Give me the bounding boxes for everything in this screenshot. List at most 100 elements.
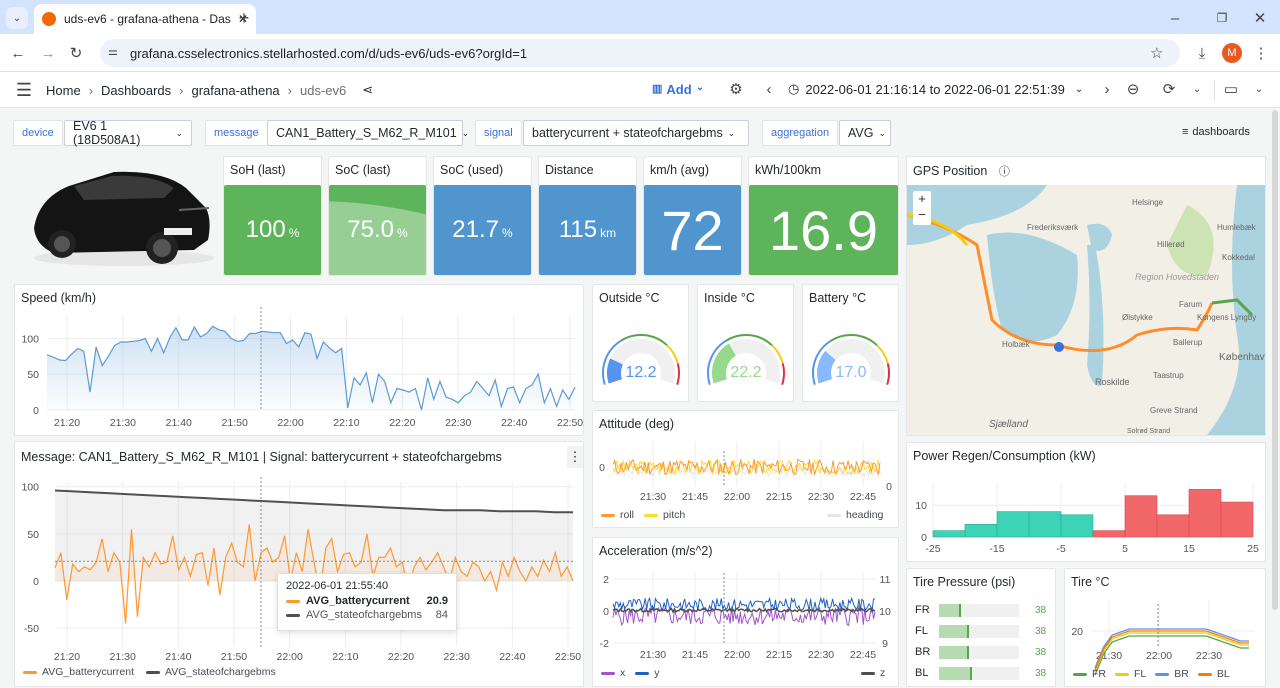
svg-text:Solrød Strand: Solrød Strand [1127,428,1170,435]
breadcrumb-folder[interactable]: grafana-athena [191,83,279,98]
settings-gear-icon[interactable]: ⚙ [727,80,745,98]
tooltip-series-name: AVG_batterycurrent [306,595,410,607]
legend-item-fl[interactable]: FL [1115,668,1146,680]
tooltip-value: 84 [435,609,448,621]
add-button[interactable]: ▥ Add ⌄ [652,82,704,97]
stat-panel: SoH (last) 100% [223,156,322,276]
variable-label-device: device [13,120,63,146]
new-tab-icon[interactable]: + [234,8,254,28]
stat-value-box: 21.7% [434,185,531,275]
x-tick-label: 21:30 [640,491,666,503]
dashboards-link[interactable]: ≡ dashboards [1182,126,1250,138]
message-select[interactable]: CAN1_Battery_S_M62_R_M101 ⌄ [267,120,469,146]
tire-label: FL [915,625,928,637]
divider [1214,80,1215,100]
browser-tab-bar: ⌄ uds-ev6 - grafana-athena - Das ✕ + – ❐… [0,0,1280,34]
reload-icon[interactable]: ↻ [66,43,86,63]
legend-item-fr[interactable]: FR [1073,668,1106,680]
restore-icon[interactable]: ❐ [1212,8,1232,28]
gauge-threshold-band [886,363,890,386]
y-right-tick-label: 9 [882,638,888,650]
breadcrumb-home[interactable]: Home [46,83,81,98]
refresh-icon[interactable]: ⟳ [1160,80,1178,98]
download-icon[interactable]: ⤓ [1192,43,1212,63]
legend-item-z[interactable]: z [861,667,885,679]
stat-title: SoH (last) [230,163,286,177]
x-tick-label: 22:10 [332,651,358,663]
back-icon[interactable]: ← [8,43,28,63]
list-icon: ≡ [1182,126,1189,138]
legend-item-x[interactable]: x [601,667,625,679]
tire-pressure-row: BR 38 [915,645,1055,659]
signal-select[interactable]: batterycurrent + stateofchargebms ⌄ [523,120,749,146]
y-tick-label: 0 [599,462,605,474]
tab-list-icon[interactable]: ⌄ [6,7,28,29]
time-forward-icon[interactable]: › [1100,80,1114,98]
svg-text:Ballerup: Ballerup [1173,338,1203,347]
zoom-out-time-icon[interactable]: ⊖ [1124,80,1142,98]
profile-avatar[interactable]: M [1222,43,1242,63]
x-tick-label: 22:50 [555,651,581,663]
forward-icon[interactable]: → [38,43,58,63]
gauge-dial: 17.0 [812,334,890,386]
legend-item-y[interactable]: y [635,667,660,679]
view-chevron-icon[interactable]: ⌄ [1252,80,1266,98]
gps-map[interactable]: Frederiksværk Helsinge Hillerød Humlebæk… [907,185,1265,435]
x-tick-label: 22:40 [499,651,525,663]
legend-item-roll[interactable]: roll [601,509,634,521]
hamburger-menu-icon[interactable]: ☰ [14,80,34,100]
menu-kebab-icon[interactable]: ⋮ [1254,43,1269,63]
legend-item-br[interactable]: BR [1155,668,1189,680]
tire-temp-panel: Tire °C 20 21:30 22:00 22:30 FR FL BR BL [1064,568,1266,687]
tire-pressure-title: Tire Pressure (psi) [913,575,1016,589]
breadcrumb-dashboards[interactable]: Dashboards [101,83,171,98]
aggregation-select[interactable]: AVG ⌄ [839,120,891,146]
time-range-picker[interactable]: ◷ 2022-06-01 21:16:14 to 2022-06-01 22:5… [788,81,1083,97]
browser-tab[interactable]: uds-ev6 - grafana-athena - Das ✕ [34,4,256,34]
x-tick-label: 22:15 [766,491,792,503]
breadcrumb-current: uds-ev6 [300,82,347,98]
share-icon[interactable]: ⋖ [362,82,373,98]
legend-item-pitch[interactable]: pitch [644,509,685,521]
stat-value: 115 km [558,216,617,243]
time-back-icon[interactable]: ‹ [762,80,776,98]
x-tick-label: 21:45 [682,649,708,661]
y-right-tick-label: 11 [880,574,891,586]
x-tick-label: 21:20 [54,651,80,663]
y-tick-label: -2 [600,638,609,650]
map-zoom-in-button[interactable]: + [913,191,931,207]
grafana-favicon-icon [42,12,56,26]
page-scrollbar[interactable] [1272,110,1278,610]
minimize-icon[interactable]: – [1165,8,1185,28]
url-text: grafana.csselectronics.stellarhosted.com… [130,45,528,61]
power-histogram[interactable]: 010-25 -15 -5 5 15 25 [907,443,1267,563]
speed-chart[interactable]: 0 50 100 21:20 21:30 21:40 21:50 22:00 22:10 22:2… [15,285,585,437]
gauge-dial: 12.2 [602,334,680,386]
site-info-icon[interactable]: ⚌ [108,45,118,58]
acceleration-chart[interactable]: -2 0 2 9 10 11 21:30 21:45 22:00 22:15 22:30 22:45 [593,538,900,688]
y-tick-label: 50 [27,529,39,541]
info-icon[interactable]: ⓘ [999,166,1010,178]
y-tick-label: 50 [27,369,39,381]
bookmark-star-icon[interactable]: ☆ [1150,44,1163,62]
legend-item-bl[interactable]: BL [1197,668,1230,680]
stat-panel: SoC (used) 21.7% [433,156,532,276]
tv-mode-icon[interactable]: ▭ [1222,80,1240,98]
tire-pressure-row: FR 38 [915,603,1055,617]
device-select[interactable]: EV6 1 (18D508A1) ⌄ [64,119,192,147]
legend-item-stateofchargebms[interactable]: AVG_stateofchargebms [146,666,276,678]
svg-text:Region Hovedstaden: Region Hovedstaden [1135,272,1219,282]
stat-value: 72 [661,198,724,262]
legend-item-batterycurrent[interactable]: AVG_batterycurrent [23,666,134,678]
map-zoom-out-button[interactable]: − [913,207,931,223]
gauge-fill [607,358,624,384]
x-tick-label: 21:50 [221,651,247,663]
map-zoom-controls: + − [913,191,931,225]
close-window-icon[interactable]: ✕ [1250,8,1270,28]
legend-item-heading[interactable]: heading [827,509,883,521]
battery-signal-chart[interactable]: -50 0 50 100 21:20 21:30 21:40 21:50 22:00 22:10 2… [15,442,585,688]
gauge-threshold-band [676,363,680,386]
url-input[interactable]: ⚌ grafana.csselectronics.stellarhosted.c… [100,39,1180,67]
refresh-interval-chevron-icon[interactable]: ⌄ [1190,80,1204,98]
y-tick-label: 2 [603,574,609,586]
